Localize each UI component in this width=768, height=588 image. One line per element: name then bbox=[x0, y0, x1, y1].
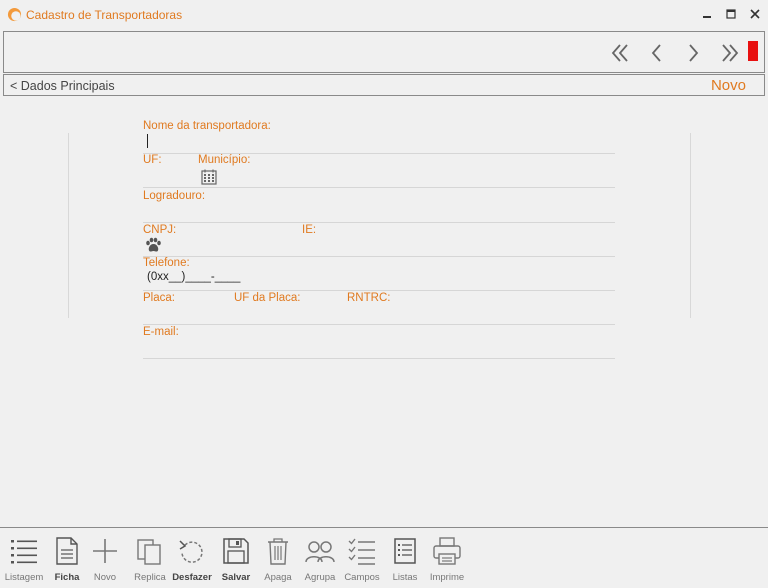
telefone-line bbox=[143, 290, 615, 291]
listas-button[interactable]: Listas bbox=[383, 528, 427, 588]
checklist-icon bbox=[348, 538, 375, 565]
ie-label: IE: bbox=[302, 224, 317, 236]
imprime-label: Imprime bbox=[429, 572, 465, 583]
bottom-toolbar: Listagem Ficha Novo Replica Desfazer Sal… bbox=[0, 527, 768, 588]
uf-placa-label: UF da Placa: bbox=[234, 292, 301, 304]
minimize-icon bbox=[703, 16, 711, 18]
municipio-label: Município: bbox=[198, 154, 251, 166]
paw-icon[interactable] bbox=[144, 236, 162, 254]
uf-label: UF: bbox=[143, 154, 162, 166]
desfazer-button[interactable]: Desfazer bbox=[170, 528, 214, 588]
imprime-button[interactable]: Imprime bbox=[425, 528, 469, 588]
first-record-button[interactable] bbox=[608, 40, 634, 66]
double-chevron-right-icon bbox=[722, 44, 739, 62]
chevron-right-icon bbox=[689, 44, 699, 62]
campos-label: Campos bbox=[344, 572, 380, 583]
listagem-button[interactable]: Listagem bbox=[2, 528, 46, 588]
apaga-label: Apaga bbox=[264, 572, 292, 583]
salvar-button[interactable]: Salvar bbox=[214, 528, 258, 588]
close-icon bbox=[750, 9, 760, 19]
email-input[interactable] bbox=[143, 358, 615, 359]
listas-label: Listas bbox=[392, 572, 418, 583]
previous-record-button[interactable] bbox=[644, 40, 670, 66]
copy-icon bbox=[137, 539, 161, 565]
novo-button[interactable]: Novo bbox=[83, 528, 127, 588]
floppy-icon bbox=[223, 538, 249, 564]
mode-label: Novo bbox=[710, 77, 746, 94]
lists-icon bbox=[394, 538, 416, 564]
replica-label: Replica bbox=[134, 572, 166, 583]
record-navigation-panel bbox=[3, 31, 765, 73]
uf-municipio-input[interactable] bbox=[143, 187, 615, 188]
nome-input-cursor bbox=[147, 134, 148, 148]
replica-button[interactable]: Replica bbox=[128, 528, 172, 588]
breadcrumb-dados-principais[interactable]: < Dados Principais bbox=[10, 79, 115, 93]
cnpj-label: CNPJ: bbox=[143, 224, 177, 236]
salvar-label: Salvar bbox=[221, 572, 251, 583]
calendar-icon[interactable] bbox=[200, 168, 218, 186]
window-title: Cadastro de Transportadoras bbox=[26, 8, 183, 22]
maximize-icon bbox=[726, 9, 736, 19]
telefone-input[interactable]: (0xx__)____-____ bbox=[147, 271, 240, 283]
double-chevron-left-icon bbox=[611, 44, 628, 62]
agrupa-label: Agrupa bbox=[304, 572, 336, 583]
last-record-button[interactable] bbox=[716, 40, 742, 66]
group-icon bbox=[305, 541, 335, 563]
novo-label: Novo bbox=[93, 572, 117, 583]
cnpj-ie-input[interactable] bbox=[143, 256, 615, 257]
apaga-button[interactable]: Apaga bbox=[256, 528, 300, 588]
next-record-button[interactable] bbox=[680, 40, 706, 66]
printer-icon bbox=[433, 537, 461, 565]
minimize-button[interactable] bbox=[696, 4, 718, 24]
nome-label: Nome da transportadora: bbox=[143, 120, 271, 132]
plus-icon bbox=[93, 539, 117, 563]
title-bar: Cadastro de Transportadoras bbox=[0, 0, 768, 30]
maximize-button[interactable] bbox=[720, 4, 742, 24]
campos-button[interactable]: Campos bbox=[340, 528, 384, 588]
listagem-label: Listagem bbox=[4, 572, 44, 583]
logradouro-input[interactable] bbox=[143, 222, 615, 223]
logradouro-label: Logradouro: bbox=[143, 190, 206, 202]
trash-icon bbox=[268, 538, 288, 565]
document-icon bbox=[56, 537, 78, 565]
email-label: E-mail: bbox=[143, 326, 179, 338]
agrupa-button[interactable]: Agrupa bbox=[298, 528, 342, 588]
telefone-label: Telefone: bbox=[143, 257, 190, 269]
form-right-border bbox=[690, 133, 691, 318]
breadcrumb-bar: < Dados Principais Novo bbox=[3, 74, 765, 96]
app-logo-icon bbox=[7, 7, 22, 22]
form-left-border bbox=[68, 133, 69, 318]
placa-input[interactable] bbox=[143, 324, 615, 325]
status-marker bbox=[748, 41, 758, 61]
rntrc-label: RNTRC: bbox=[347, 292, 391, 304]
desfazer-label: Desfazer bbox=[172, 572, 212, 583]
chevron-left-icon bbox=[651, 44, 661, 62]
list-icon bbox=[11, 540, 37, 564]
undo-icon bbox=[179, 540, 203, 563]
close-button[interactable] bbox=[744, 4, 766, 24]
placa-label: Placa: bbox=[143, 292, 175, 304]
